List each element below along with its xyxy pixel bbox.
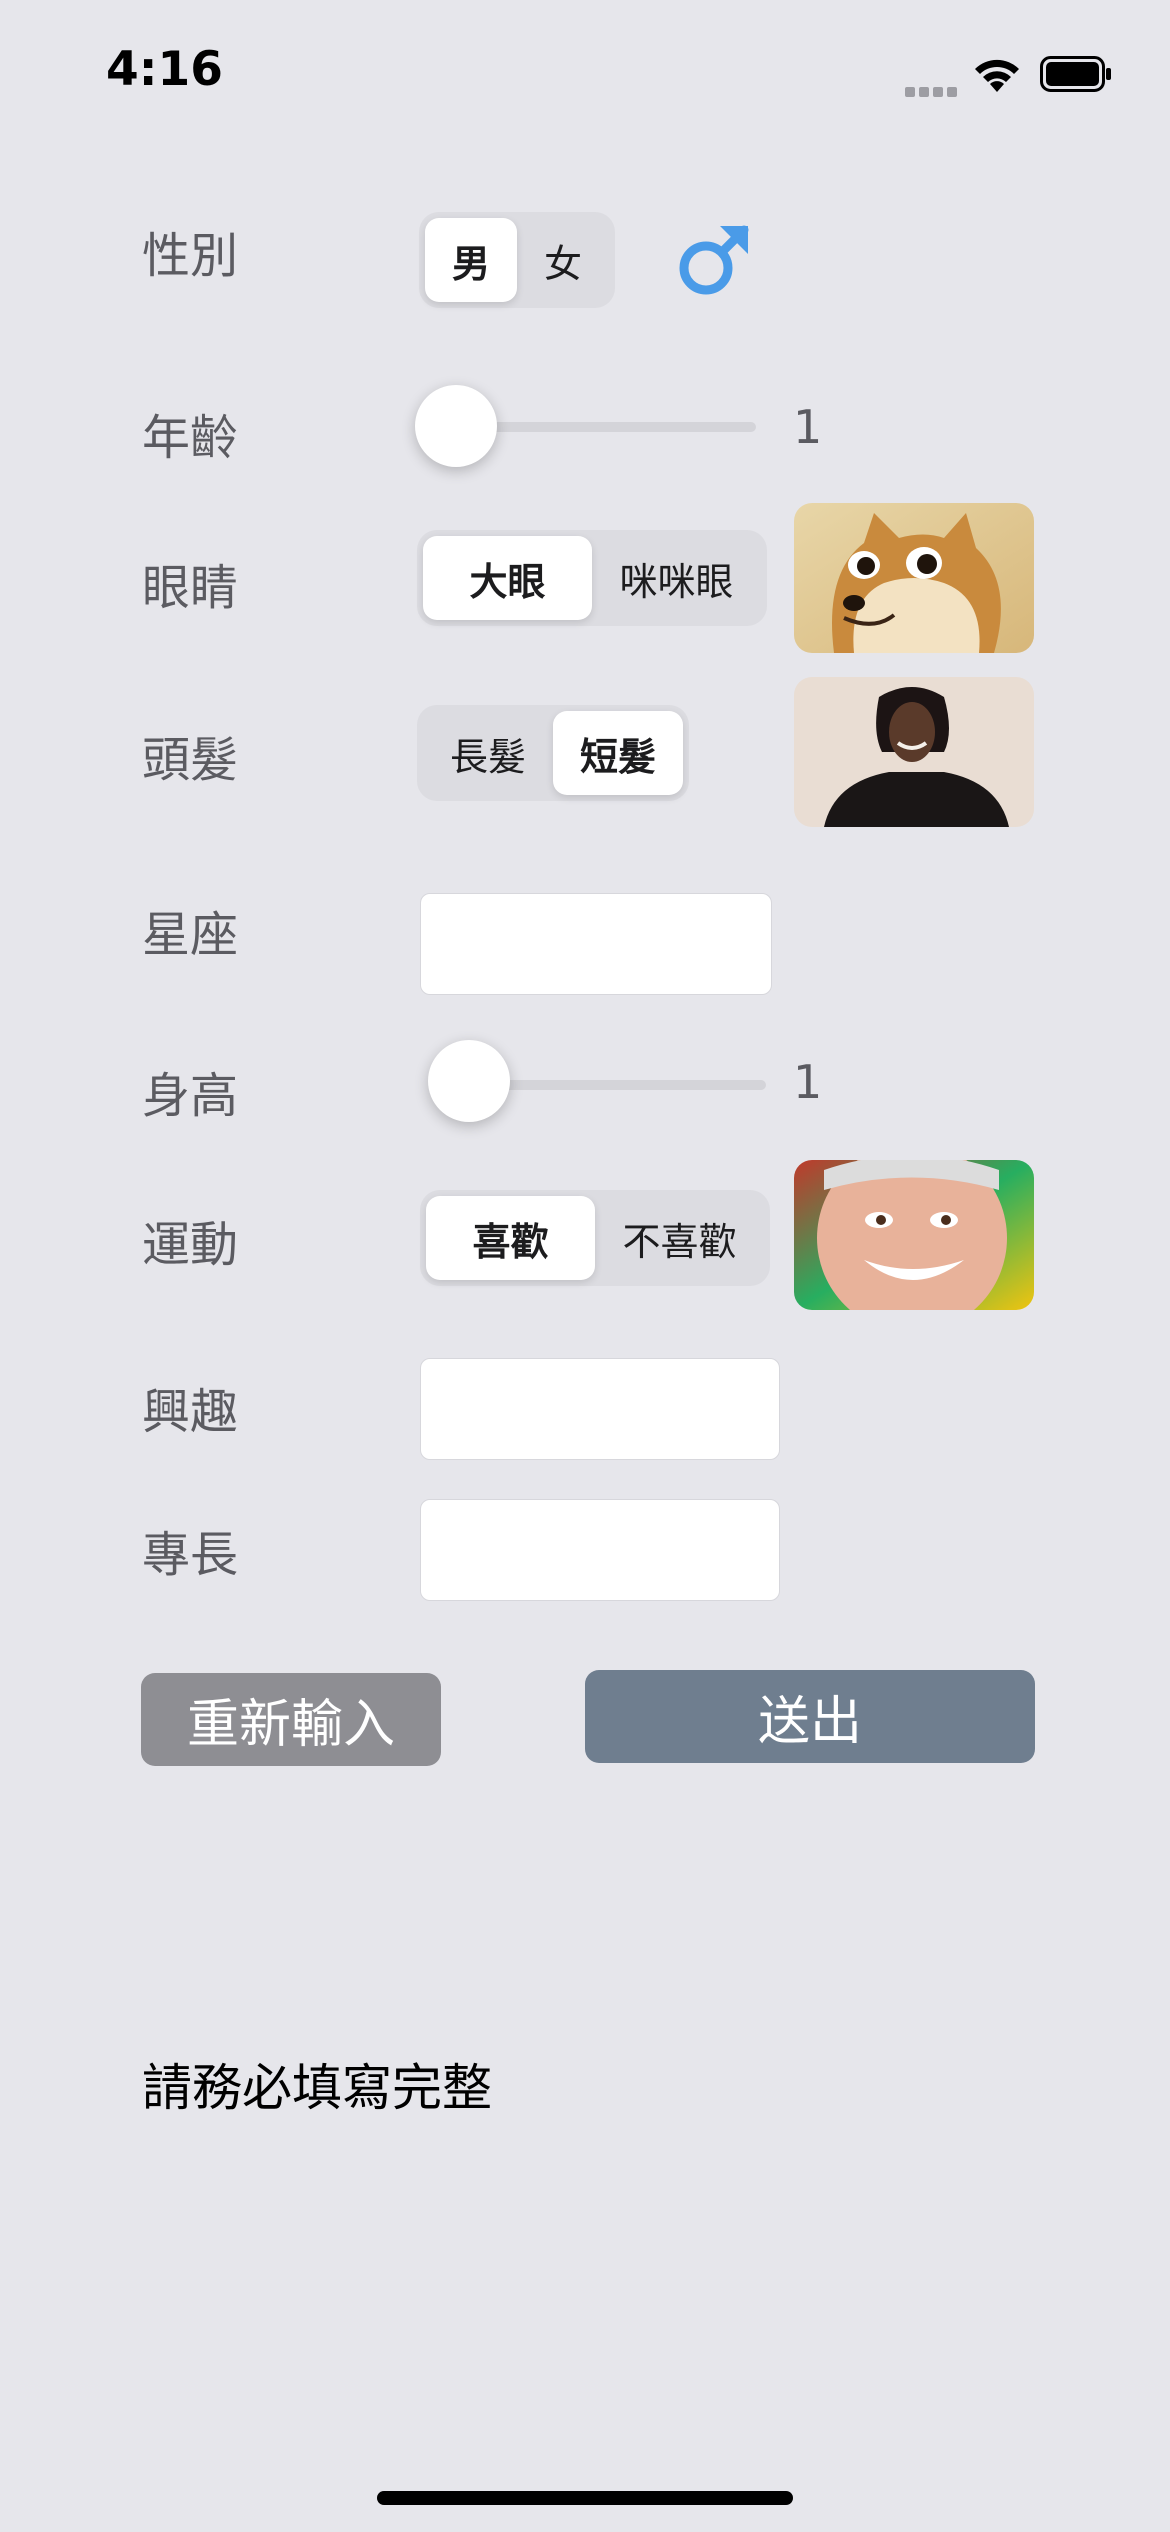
interest-text-field[interactable]: [420, 1358, 780, 1460]
submit-button[interactable]: 送出: [585, 1670, 1035, 1763]
eyes-label: 眼睛: [142, 560, 239, 616]
age-value: 1: [793, 400, 823, 454]
doge-meme-image: [794, 503, 1034, 653]
skill-label: 專長: [142, 1527, 239, 1583]
person-short-hair-image: [794, 677, 1034, 827]
hair-segmented-control: 長髮 短髮: [417, 705, 689, 801]
status-time: 4:16: [106, 42, 223, 97]
height-value: 1: [793, 1055, 823, 1109]
interest-label: 興趣: [142, 1384, 239, 1440]
cellular-signal-icon: [905, 82, 961, 97]
sports-option-dislike[interactable]: 不喜歡: [595, 1196, 764, 1280]
sports-label: 運動: [142, 1217, 239, 1273]
hair-option-long[interactable]: 長髮: [423, 711, 553, 795]
gender-option-female[interactable]: 女: [517, 218, 609, 302]
height-label: 身高: [142, 1068, 239, 1124]
zodiac-label: 星座: [142, 907, 239, 963]
validation-message: 請務必填寫完整: [142, 2059, 492, 2117]
eyes-segmented-control: 大眼 咪咪眼: [417, 530, 767, 626]
smiling-man-meme-image: [794, 1160, 1034, 1310]
gender-label: 性別: [142, 228, 239, 284]
gender-segmented-control: 男 女: [419, 212, 615, 308]
hair-option-short[interactable]: 短髮: [553, 711, 683, 795]
gender-option-male[interactable]: 男: [425, 218, 517, 302]
height-slider-thumb[interactable]: [428, 1040, 510, 1122]
home-indicator: [377, 2491, 793, 2505]
eyes-option-narrow[interactable]: 咪咪眼: [592, 536, 761, 620]
skill-text-field[interactable]: [420, 1499, 780, 1601]
eyes-option-big[interactable]: 大眼: [423, 536, 592, 620]
age-slider-thumb[interactable]: [415, 385, 497, 467]
sports-segmented-control: 喜歡 不喜歡: [420, 1190, 770, 1286]
battery-icon: [1040, 56, 1111, 92]
sports-option-like[interactable]: 喜歡: [426, 1196, 595, 1280]
wifi-icon: [975, 59, 1019, 92]
zodiac-text-field[interactable]: [420, 893, 772, 995]
male-symbol-icon: [679, 225, 749, 295]
reset-button[interactable]: 重新輸入: [141, 1673, 441, 1766]
hair-label: 頭髮: [142, 732, 239, 788]
age-label: 年齡: [142, 410, 239, 466]
